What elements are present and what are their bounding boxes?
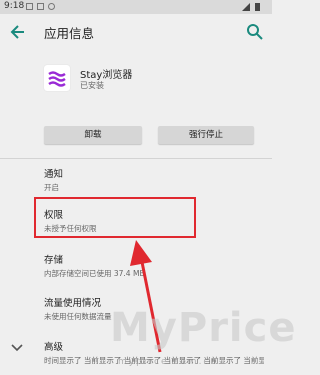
watermark-logo: MyPrice xyxy=(110,305,297,351)
watermark-url: myprice.com.cn xyxy=(118,357,219,367)
